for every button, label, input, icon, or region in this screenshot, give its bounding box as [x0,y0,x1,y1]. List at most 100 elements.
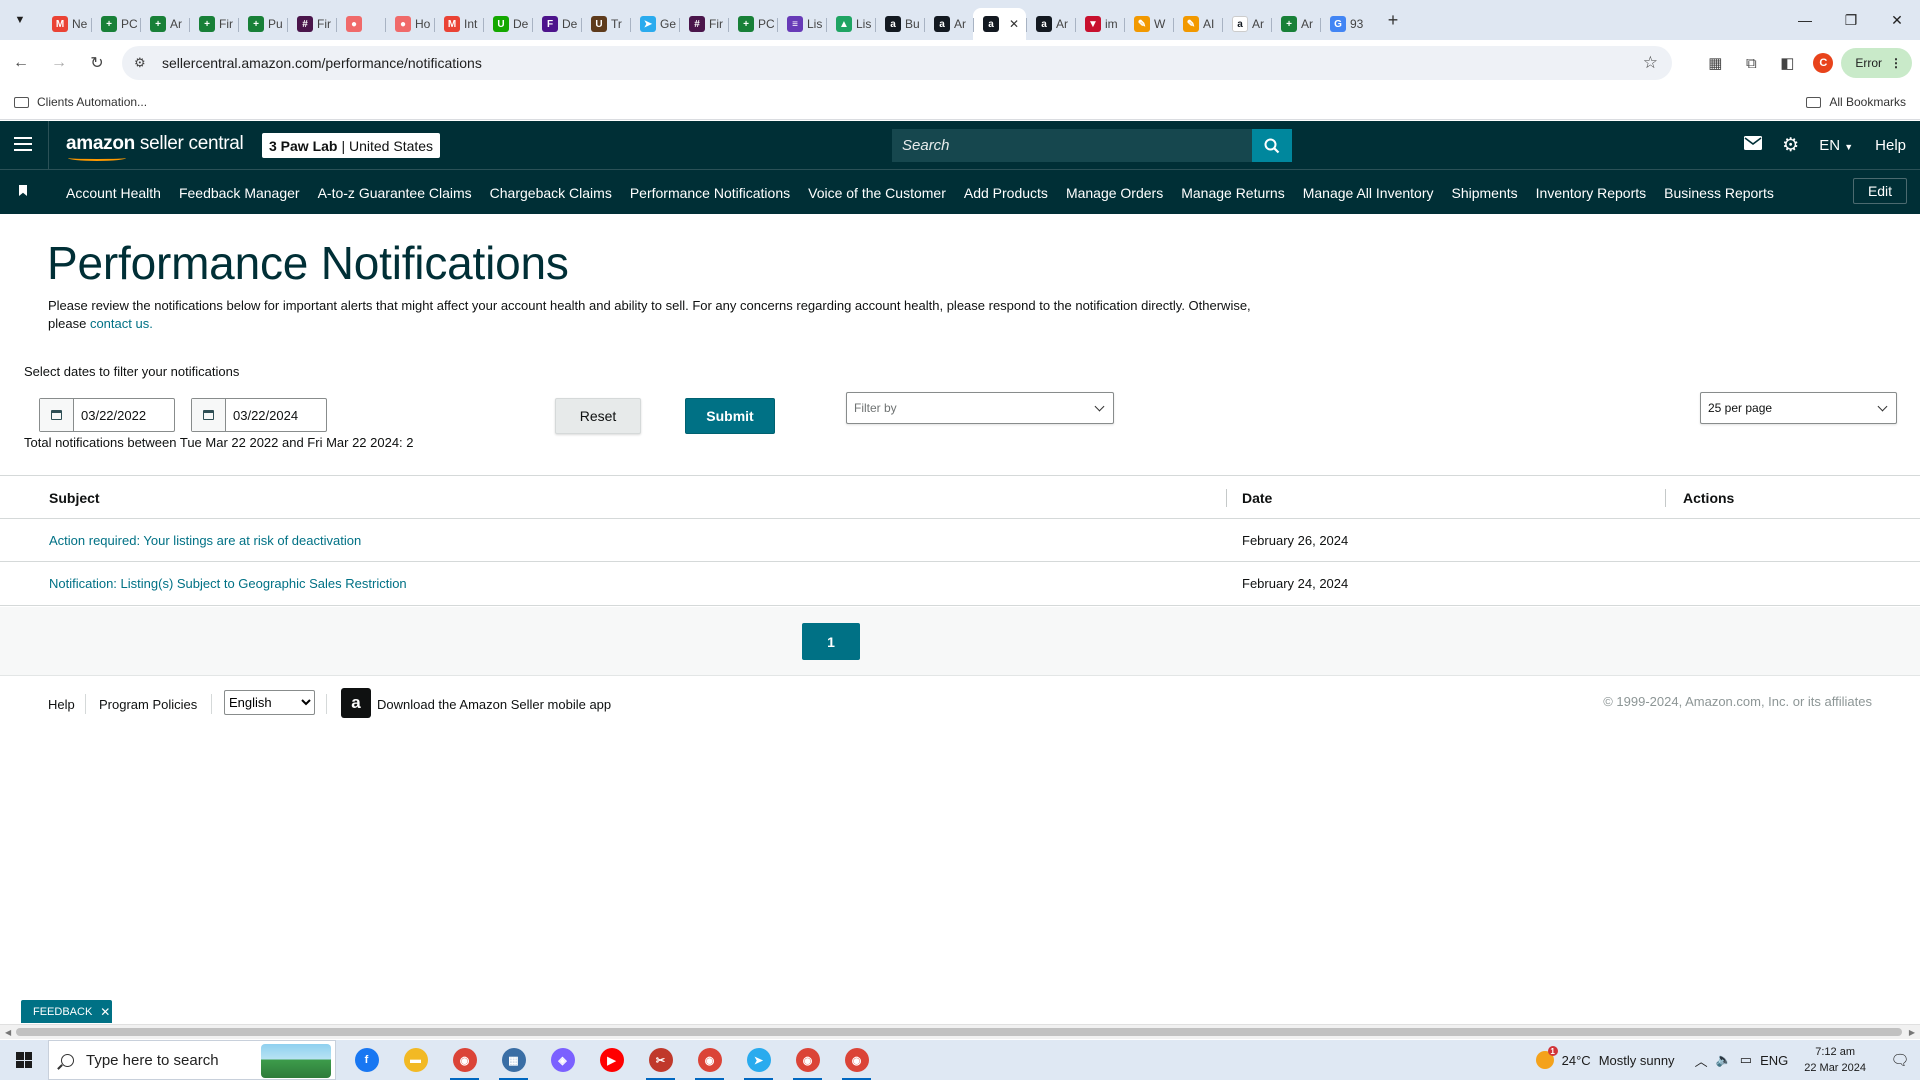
horizontal-scrollbar[interactable]: ◀ ▶ [0,1024,1920,1039]
nav-link[interactable]: Shipments [1451,185,1517,201]
taskbar-search[interactable] [48,1040,336,1080]
program-policies-link[interactable]: Program Policies [99,697,197,712]
subject-column-header[interactable]: Subject [49,490,100,506]
nav-link[interactable]: Chargeback Claims [490,185,612,201]
nav-link[interactable]: Feedback Manager [179,185,300,201]
browser-tab[interactable]: + Ar [1271,8,1320,40]
browser-tab[interactable]: a ✕ [973,8,1026,40]
browser-tab[interactable]: ● Ho [385,8,434,40]
nav-link[interactable]: Voice of the Customer [808,185,946,201]
chevron-up-icon[interactable]: ︿ [1695,1051,1708,1070]
close-window-icon[interactable]: ✕ [1874,0,1920,40]
clock[interactable]: 7:12 am 22 Mar 2024 [1804,1044,1866,1076]
edit-nav-button[interactable]: Edit [1853,178,1907,204]
close-icon[interactable]: ✕ [100,1005,110,1019]
taskbar-search-input[interactable] [86,1051,266,1069]
browser-tab[interactable]: ✎ W [1124,8,1173,40]
url-text[interactable]: sellercentral.amazon.com/performance/not… [162,55,482,71]
browser-tab[interactable]: ≡ Lis [777,8,826,40]
profile-avatar[interactable]: C [1813,53,1834,73]
footer-language-select[interactable]: English [224,690,315,715]
nav-link[interactable]: Performance Notifications [630,185,790,201]
date-column-header[interactable]: Date [1242,490,1272,506]
help-link[interactable]: Help [1875,137,1906,154]
nav-link[interactable]: Manage Returns [1181,185,1285,201]
browser-tab[interactable]: U De [483,8,532,40]
qr-code-icon[interactable]: ▦ [1697,54,1733,72]
browser-tab[interactable]: U Tr [581,8,630,40]
settings-gear-icon[interactable]: ⚙ [1782,134,1799,157]
back-icon[interactable]: ← [4,46,38,80]
browser-tab[interactable]: # Fir [287,8,336,40]
tab-search-chevron-icon[interactable]: ▼ [8,8,32,32]
volume-icon[interactable]: 🔈 [1716,1052,1732,1068]
browser-tab[interactable]: ▼ im [1075,8,1124,40]
taskbar-app-button[interactable]: ✂ [636,1040,685,1080]
browser-tab[interactable]: + PC [91,8,140,40]
network-icon[interactable]: ▭ [1740,1052,1752,1068]
close-tab-icon[interactable]: ✕ [1009,17,1019,31]
error-menu-button[interactable]: Error ⋮ [1841,48,1912,78]
start-date-input[interactable] [74,407,170,423]
language-selector[interactable]: EN ▼ [1819,137,1853,154]
nav-link[interactable]: Manage Orders [1066,185,1163,201]
store-switcher[interactable]: 3 Paw Lab | United States [262,133,441,158]
input-language[interactable]: ENG [1760,1053,1788,1068]
scrollbar-thumb[interactable] [16,1028,1902,1036]
browser-tab[interactable]: a Bu [875,8,924,40]
browser-tab[interactable]: # Fir [679,8,728,40]
bookmark-star-icon[interactable]: ☆ [1643,53,1658,73]
browser-tab[interactable]: + Ar [140,8,189,40]
weather-condition[interactable]: Mostly sunny [1599,1053,1675,1068]
notification-subject-link[interactable]: Notification: Listing(s) Subject to Geog… [49,576,407,591]
browser-tab[interactable]: G 93 [1320,8,1369,40]
all-bookmarks[interactable]: All Bookmarks [1806,95,1906,109]
browser-tab[interactable]: ➤ Ge [630,8,679,40]
browser-tab[interactable]: M Int [434,8,483,40]
page-1-button[interactable]: 1 [802,623,860,660]
taskbar-app-button[interactable]: ▬ [391,1040,440,1080]
seller-search-input[interactable] [892,137,1252,154]
browser-tab[interactable]: + PC [728,8,777,40]
taskbar-app-button[interactable]: f [342,1040,391,1080]
notifications-icon[interactable]: 🗨 [1880,1040,1920,1080]
taskbar-app-button[interactable]: ▶ [587,1040,636,1080]
taskbar-app-button[interactable]: ▦ [489,1040,538,1080]
taskbar-app-button[interactable]: ◉ [440,1040,489,1080]
calendar-icon[interactable] [40,399,74,431]
browser-tab[interactable]: + Fir [189,8,238,40]
taskbar-app-button[interactable]: ◉ [832,1040,881,1080]
forward-icon[interactable]: → [42,46,76,80]
restore-icon[interactable]: ❐ [1828,0,1874,40]
footer-help-link[interactable]: Help [48,697,75,712]
browser-tab[interactable]: a Ar [924,8,973,40]
download-app-link[interactable]: Download the Amazon Seller mobile app [377,697,611,712]
amazon-app-icon[interactable]: a [341,688,371,718]
browser-tab[interactable]: ● [336,8,385,40]
taskbar-app-button[interactable]: ◉ [783,1040,832,1080]
bookmark-folder-clients[interactable]: Clients Automation... [14,95,147,109]
weather-icon[interactable]: 1 [1535,1046,1558,1069]
new-tab-button[interactable]: + [1379,10,1407,31]
taskbar-app-button[interactable]: ➤ [734,1040,783,1080]
side-panel-icon[interactable]: ◧ [1769,54,1805,72]
submit-button[interactable]: Submit [685,398,775,434]
calendar-icon[interactable] [192,399,226,431]
per-page-dropdown[interactable]: 25 per page [1700,392,1897,424]
filter-by-dropdown[interactable]: Filter by [846,392,1114,424]
minimize-icon[interactable]: — [1782,0,1828,40]
hamburger-menu-icon[interactable] [14,137,32,151]
end-date-input[interactable] [226,407,322,423]
nav-link[interactable]: Account Health [66,185,161,201]
browser-tab[interactable]: ✎ AI [1173,8,1222,40]
reset-button[interactable]: Reset [555,398,641,434]
notification-subject-link[interactable]: Action required: Your listings are at ri… [49,533,361,548]
temperature[interactable]: 24°C [1562,1053,1591,1068]
contact-us-link[interactable]: contact us. [90,316,153,331]
nav-link[interactable]: Business Reports [1664,185,1774,201]
nav-link[interactable]: A-to-z Guarantee Claims [318,185,472,201]
mail-icon[interactable] [1744,136,1763,154]
browser-tab[interactable]: a Ar [1026,8,1075,40]
windows-start-icon[interactable] [0,1040,48,1080]
scroll-left-icon[interactable]: ◀ [5,1028,11,1037]
